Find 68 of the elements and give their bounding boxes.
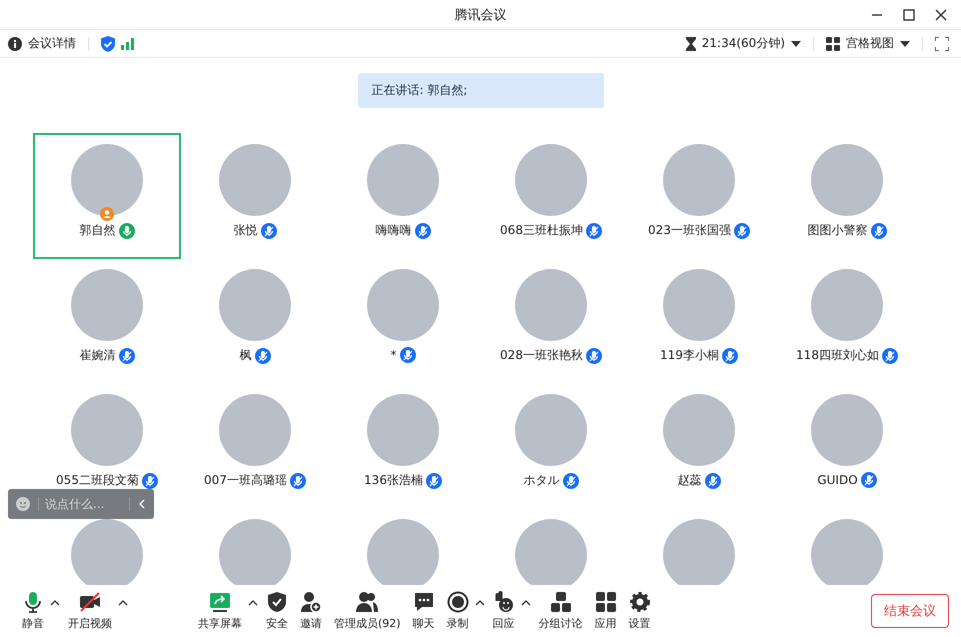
camera-off-icon (79, 591, 101, 613)
participant-name: 119李小桐 (660, 347, 719, 364)
participant-name: * (390, 348, 396, 362)
screen-share-icon (209, 591, 231, 613)
signal-icon (121, 38, 135, 50)
people-icon (356, 591, 378, 613)
maximize-icon[interactable] (903, 9, 915, 21)
speaker-banner: 正在讲话: 郭自然; (358, 73, 604, 108)
participant-name: 图图小警察 (808, 222, 868, 239)
caret-up-icon[interactable] (248, 600, 258, 606)
chat-bubble-icon (412, 591, 435, 613)
participant-name: 郭自然 (80, 222, 116, 239)
toolbar-button[interactable]: 开启视频 (62, 591, 118, 631)
toolbar-button[interactable]: 录制 (440, 591, 475, 631)
participant-name: 崔婉清 (80, 347, 116, 364)
participant-name: 赵蕊 (678, 472, 702, 489)
chat-input-box[interactable]: 说点什么... (8, 489, 154, 519)
participant-name: 023一班张国强 (648, 222, 731, 239)
toolbar-button[interactable]: 回应 (486, 591, 521, 631)
window-title: 腾讯会议 (454, 6, 506, 24)
toolbar-button[interactable]: 管理成员(92) (328, 591, 407, 631)
fullscreen-icon[interactable] (935, 36, 949, 50)
view-mode-selector[interactable]: 宫格视图 (846, 35, 894, 52)
toolbar-button[interactable]: 设置 (622, 591, 657, 631)
participant-name: 136张浩楠 (364, 472, 423, 489)
toolbar-button[interactable]: 共享屏幕 (192, 591, 248, 631)
participant-name: 068三班杜振坤 (500, 222, 583, 239)
hourglass-icon (686, 36, 696, 50)
add-person-icon (300, 591, 322, 613)
meeting-timer: 21:34(60分钟) (702, 35, 785, 52)
participant-name: 007一班高璐瑶 (204, 472, 287, 489)
blocks-icon (550, 591, 572, 613)
participant-name: GUIDO (817, 473, 858, 487)
selected-participant-tile[interactable]: 郭自然 (33, 133, 181, 259)
toolbar-button[interactable]: 应用 (588, 591, 623, 631)
caret-icon[interactable] (791, 40, 801, 46)
collapse-chevron-icon[interactable] (138, 499, 146, 509)
caret-up-icon[interactable] (50, 600, 60, 606)
participant-name: 118四班刘心如 (796, 347, 879, 364)
record-icon (446, 591, 469, 613)
settings-icon (628, 591, 651, 613)
hand-wave-icon (492, 591, 515, 613)
microphone-icon (22, 591, 44, 613)
participant-name: 嗨嗨嗨 (376, 222, 412, 239)
toolbar-button[interactable]: 安全 (260, 591, 294, 631)
grid-icon (594, 591, 617, 613)
shield-check-icon[interactable] (101, 36, 115, 52)
participant-name: 枫 (240, 347, 252, 364)
toolbar-button[interactable]: 静音 (16, 591, 50, 631)
caret-up-icon[interactable] (520, 600, 531, 606)
toolbar-button[interactable]: 邀请 (294, 591, 328, 631)
caret-up-icon[interactable] (118, 600, 128, 606)
meeting-details-link[interactable]: 会议详情 (28, 35, 76, 52)
emoji-icon[interactable] (16, 497, 30, 511)
chat-input-field[interactable]: 说点什么... (38, 497, 130, 511)
participant-name: 028一班张艳秋 (500, 347, 583, 364)
end-meeting-button[interactable]: 结束会议 (871, 594, 949, 628)
participant-name: 张悦 (234, 222, 258, 239)
toolbar-button[interactable]: 分组讨论 (532, 591, 589, 631)
participant-name: ホタル (524, 472, 560, 489)
caret-icon[interactable] (900, 40, 910, 46)
info-icon (8, 36, 22, 50)
caret-up-icon[interactable] (474, 600, 485, 606)
participant-name: 055二班段文菊 (56, 472, 139, 489)
shield-icon (266, 591, 288, 613)
close-icon[interactable] (935, 9, 947, 21)
grid-view-icon (826, 36, 840, 50)
toolbar-button[interactable]: 聊天 (406, 591, 441, 631)
